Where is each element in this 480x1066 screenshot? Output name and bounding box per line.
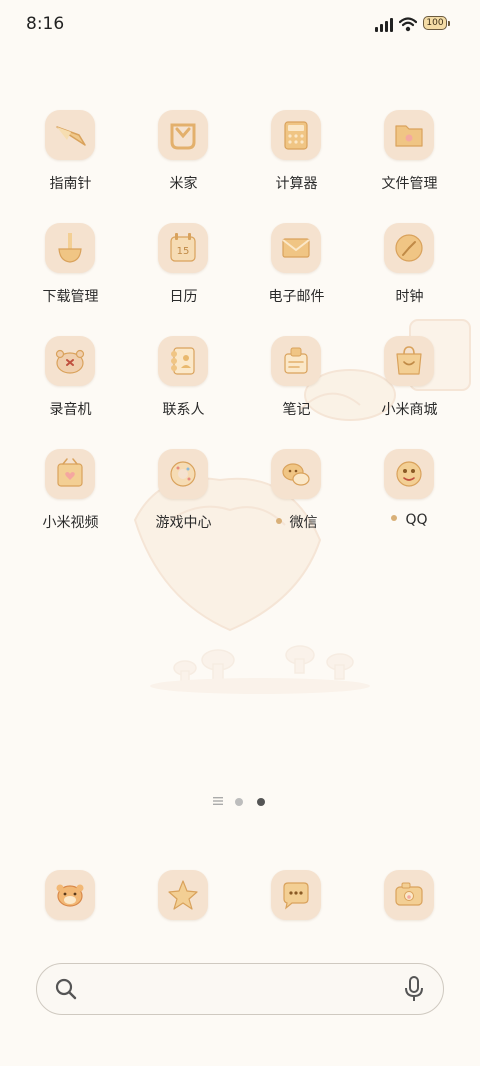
app-label: 时钟 <box>395 289 424 305</box>
new-app-dot <box>275 518 282 524</box>
microphone-icon[interactable] <box>403 976 425 1002</box>
app-label: 笔记 <box>282 402 311 418</box>
game-icon <box>170 461 196 487</box>
app-email[interactable]: 电子邮件 <box>240 223 353 323</box>
app-notes[interactable]: 笔记 <box>240 336 353 436</box>
clock-icon <box>395 234 423 262</box>
phone-tiger-icon <box>56 884 84 907</box>
qq-icon <box>396 461 422 487</box>
download-icon <box>58 233 82 263</box>
wechat-icon <box>282 463 310 486</box>
app-game-center[interactable]: 游戏中心 <box>127 449 240 549</box>
app-label: 微信 <box>240 512 353 532</box>
app-compass[interactable]: 指南针 <box>14 110 127 210</box>
wifi-icon <box>399 17 417 32</box>
app-label: 电子邮件 <box>268 289 325 305</box>
messages-icon <box>283 882 309 910</box>
app-label: 小米视频 <box>42 515 99 531</box>
app-calendar[interactable]: 15 日历 <box>127 223 240 323</box>
new-app-dot <box>391 515 398 521</box>
app-qq[interactable]: QQ <box>353 449 466 549</box>
contacts-icon <box>171 347 195 375</box>
app-label: 计算器 <box>275 176 318 192</box>
menu-lines-icon <box>213 797 223 805</box>
search-icon[interactable] <box>55 978 77 1000</box>
app-mi-video[interactable]: 小米视频 <box>14 449 127 549</box>
calculator-icon <box>284 121 308 150</box>
battery-icon: 100 <box>423 16 451 32</box>
shopping-bag-icon <box>396 346 422 375</box>
app-label: 录音机 <box>49 402 92 418</box>
dock-phone[interactable] <box>45 870 95 920</box>
recorder-icon <box>55 349 85 374</box>
page-indicator[interactable] <box>0 795 480 809</box>
app-recorder[interactable]: 录音机 <box>14 336 127 436</box>
video-icon <box>57 458 83 487</box>
app-label: 游戏中心 <box>155 515 212 531</box>
app-mijia[interactable]: 米家 <box>127 110 240 210</box>
app-label: 联系人 <box>162 402 205 418</box>
cellular-signal-icon <box>375 18 393 32</box>
app-clock[interactable]: 时钟 <box>353 223 466 323</box>
app-label: 文件管理 <box>381 176 438 192</box>
app-label: QQ <box>353 512 466 528</box>
clock-time: 8:16 <box>26 14 65 34</box>
app-wechat[interactable]: 微信 <box>240 449 353 549</box>
app-label: 小米商城 <box>381 402 438 418</box>
app-label: 日历 <box>169 289 198 305</box>
page-dot-2-active[interactable] <box>257 798 265 806</box>
app-calculator[interactable]: 计算器 <box>240 110 353 210</box>
dock-browser[interactable] <box>158 870 208 920</box>
app-contacts[interactable]: 联系人 <box>127 336 240 436</box>
mijia-icon <box>170 123 196 150</box>
compass-icon <box>56 126 86 146</box>
camera-icon <box>395 882 423 906</box>
app-label: 下载管理 <box>42 289 99 305</box>
app-download-manager[interactable]: 下载管理 <box>14 223 127 323</box>
page-dot-1[interactable] <box>235 798 243 806</box>
mail-icon <box>282 238 310 258</box>
notes-icon <box>284 347 308 374</box>
dock-messages[interactable] <box>271 870 321 920</box>
calendar-icon: 15 <box>170 233 196 262</box>
battery-level: 100 <box>426 18 444 28</box>
star-icon <box>168 880 198 910</box>
search-bar[interactable] <box>36 963 444 1015</box>
dock-camera[interactable] <box>384 870 434 920</box>
calendar-date: 15 <box>177 246 190 257</box>
app-label: 指南针 <box>49 176 92 192</box>
folder-icon <box>395 125 423 147</box>
status-bar: 8:16 100 <box>0 0 480 50</box>
app-mi-store[interactable]: 小米商城 <box>353 336 466 436</box>
app-label: 米家 <box>169 176 198 192</box>
app-file-manager[interactable]: 文件管理 <box>353 110 466 210</box>
